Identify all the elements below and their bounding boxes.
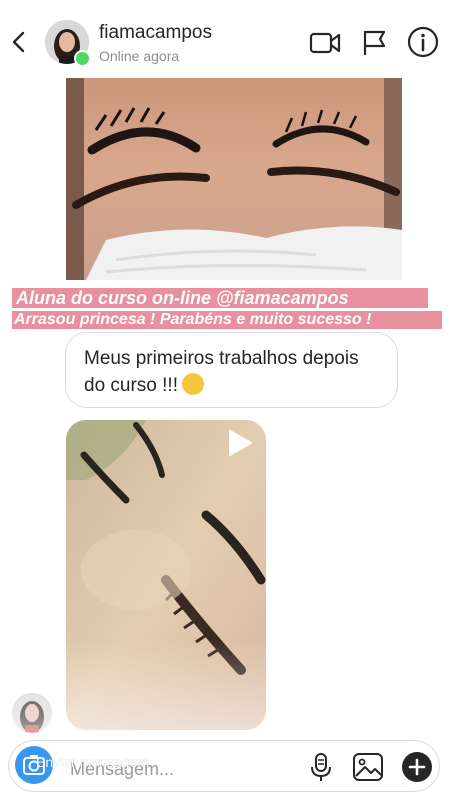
message-bubble[interactable]: Meus primeiros trabalhos depois do curso… [65, 332, 398, 408]
chat-header: fiamacampos Online agora [0, 0, 453, 78]
chat-username[interactable]: fiamacampos [99, 22, 212, 44]
info-icon[interactable] [407, 26, 439, 58]
video-call-icon[interactable] [309, 30, 341, 56]
message-text-line-2-text: do curso !!! [84, 375, 178, 396]
smiling-face-icon [182, 373, 204, 395]
back-icon[interactable] [9, 30, 29, 54]
more-options-button[interactable] [402, 752, 432, 782]
shared-video-thumbnail[interactable] [66, 420, 266, 730]
plus-icon [408, 758, 426, 776]
online-indicator [74, 50, 91, 67]
story-caption-line-1: Aluna do curso on-line @fiamacampos [12, 288, 428, 308]
gallery-icon[interactable] [352, 752, 384, 782]
message-text-line-2: do curso !!! [84, 372, 379, 399]
shared-story-photo[interactable] [66, 60, 402, 280]
online-status: Online agora [99, 48, 180, 64]
message-text-line-1: Meus primeiros trabalhos depois [84, 348, 359, 369]
flag-icon[interactable] [362, 28, 388, 56]
sender-avatar[interactable] [12, 693, 52, 733]
story-caption-line-2: Arrasou princesa ! Parabéns e muito suce… [12, 311, 442, 329]
send-message-overlay: Enviar mensagem [36, 754, 149, 770]
play-icon[interactable] [226, 428, 254, 458]
microphone-icon[interactable] [309, 752, 333, 782]
